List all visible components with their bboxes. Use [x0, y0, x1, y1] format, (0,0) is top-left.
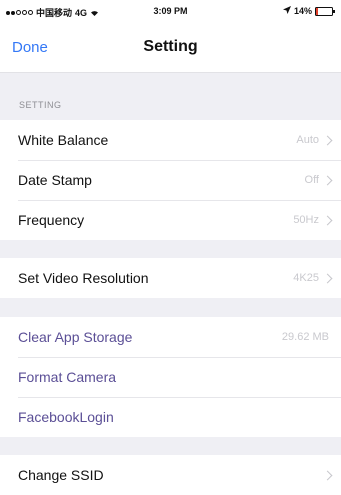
row-facebook-login[interactable]: FacebookLogin — [0, 397, 341, 437]
section-header: SETTING — [19, 100, 62, 110]
navigation-bar: Done Setting — [0, 22, 341, 73]
battery-icon — [315, 6, 335, 16]
row-format-camera[interactable]: Format Camera — [0, 357, 341, 397]
location-arrow-icon — [282, 6, 291, 16]
row-label: Frequency — [18, 212, 85, 228]
row-frequency[interactable]: Frequency 50Hz — [0, 200, 341, 240]
settings-group-network: Change SSID — [0, 455, 341, 495]
row-value: 4K25 — [293, 272, 319, 284]
settings-group-video: Set Video Resolution 4K25 — [0, 258, 341, 298]
row-label: Clear App Storage — [18, 329, 133, 345]
row-value: Off — [304, 174, 319, 186]
row-label: FacebookLogin — [18, 409, 114, 425]
row-label: Set Video Resolution — [18, 270, 149, 286]
settings-group-camera: White Balance Auto Date Stamp Off Freque… — [0, 120, 341, 240]
row-video-resolution[interactable]: Set Video Resolution 4K25 — [0, 258, 341, 298]
chevron-right-icon — [322, 215, 333, 225]
row-white-balance[interactable]: White Balance Auto — [0, 120, 341, 160]
row-label: Format Camera — [18, 369, 117, 385]
row-value: 29.62 MB — [281, 331, 329, 343]
chevron-right-icon — [322, 175, 333, 185]
row-change-ssid[interactable]: Change SSID — [0, 455, 341, 495]
status-right: 14% — [282, 6, 335, 16]
chevron-right-icon — [322, 470, 333, 480]
battery-level — [316, 7, 319, 15]
row-clear-app-storage[interactable]: Clear App Storage 29.62 MB — [0, 317, 341, 357]
chevron-right-icon — [322, 273, 333, 283]
row-date-stamp[interactable]: Date Stamp Off — [0, 160, 341, 200]
page-title: Setting — [143, 38, 198, 55]
row-value: Auto — [296, 134, 319, 146]
row-label: White Balance — [18, 132, 109, 148]
row-value: 50Hz — [293, 214, 319, 226]
row-label: Date Stamp — [18, 172, 92, 188]
battery-percent: 14% — [293, 6, 312, 16]
status-bar: 中国移动 4G 3:09 PM 14% — [0, 0, 341, 22]
chevron-right-icon — [322, 135, 333, 145]
settings-group-actions: Clear App Storage 29.62 MB Format Camera… — [0, 317, 341, 437]
